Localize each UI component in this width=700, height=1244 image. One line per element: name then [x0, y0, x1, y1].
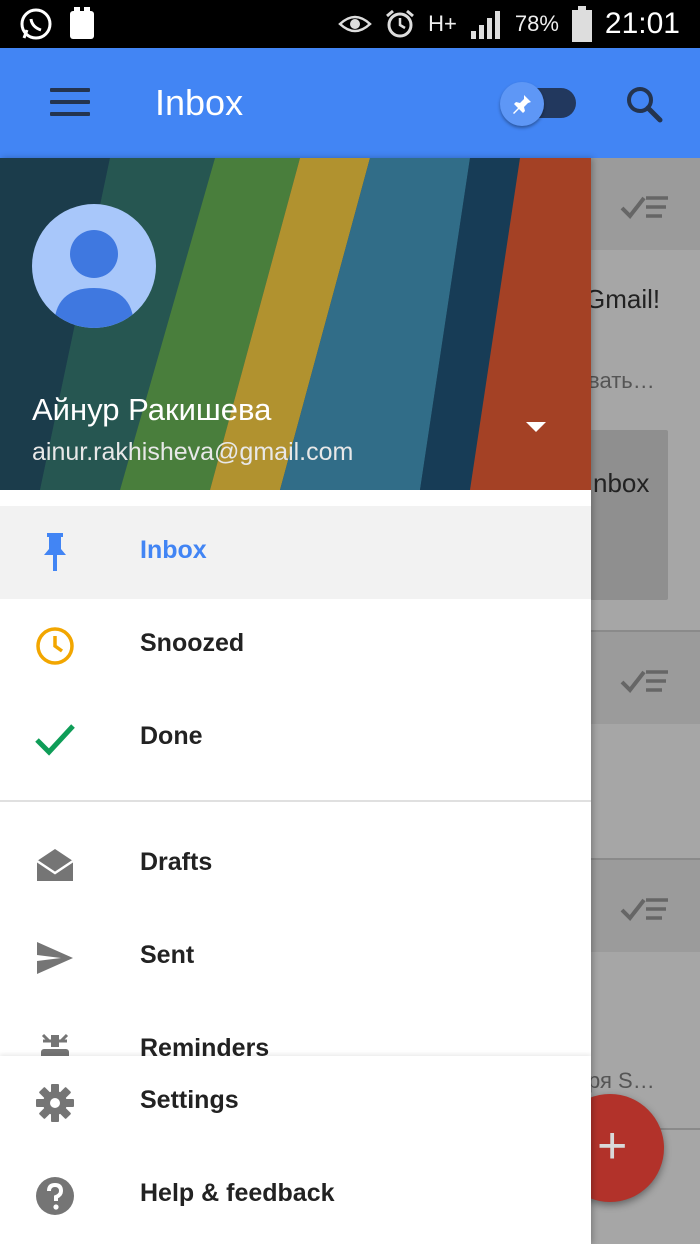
plus-icon: +	[597, 1117, 628, 1175]
help-icon	[34, 1175, 76, 1217]
drawer-item-help[interactable]: Help & feedback	[0, 1149, 591, 1242]
drawer-item-settings[interactable]: Settings	[0, 1056, 591, 1149]
network-type: H+	[428, 11, 457, 36]
navigation-drawer: Айнур Ракишева ainur.rakhisheva@gmail.co…	[0, 158, 591, 1244]
card-snippet: ря S…	[588, 1068, 655, 1093]
account-email: ainur.rakhisheva@gmail.com	[32, 438, 354, 466]
drawer-item-label: Drafts	[140, 848, 213, 876]
alarm-icon	[386, 9, 415, 38]
person-icon	[54, 230, 134, 328]
toggle-thumb	[500, 82, 544, 126]
menu-icon-bar	[50, 112, 90, 116]
status-bar: H+ 78% 21:01	[0, 0, 700, 48]
screen: H+ 78% 21:01 Inbox Gmail! вать… nbox ря …	[0, 0, 700, 1244]
drawer-item-label: Help & feedback	[140, 1179, 335, 1207]
drawer-item-label: Snoozed	[140, 629, 245, 657]
menu-icon	[50, 88, 90, 92]
pin-icon	[513, 95, 531, 114]
gear-icon	[34, 1082, 76, 1124]
battery-percent: 78%	[514, 11, 559, 36]
card-snippet: вать…	[588, 368, 655, 393]
clock-icon	[34, 625, 76, 667]
whatsapp-icon	[20, 8, 52, 40]
drawer-item-label: Settings	[140, 1086, 239, 1114]
send-icon	[34, 937, 76, 979]
drawer-item-done[interactable]: Done	[0, 692, 591, 785]
pinned-toggle[interactable]	[500, 82, 578, 126]
drawer-item-drafts[interactable]: Drafts	[0, 818, 591, 911]
card-title[interactable]: Gmail!	[585, 284, 660, 315]
sweep-done-icon[interactable]	[620, 192, 670, 222]
clock: 21:01	[604, 7, 680, 40]
eye-icon	[338, 15, 372, 33]
app-bar: Inbox	[0, 48, 700, 158]
drawer-divider	[0, 800, 591, 802]
menu-button[interactable]	[50, 88, 90, 118]
drawer-item-sent[interactable]: Sent	[0, 911, 591, 1004]
drawer-item-label: Done	[140, 722, 203, 750]
signal-icon	[470, 11, 500, 39]
embedded-card-text: nbox	[593, 468, 650, 498]
menu-icon-bar	[50, 100, 90, 104]
sweep-done-icon[interactable]	[620, 666, 670, 696]
drafts-icon	[34, 844, 76, 886]
drawer-item-inbox[interactable]: Inbox	[0, 506, 591, 599]
embedded-card[interactable]	[588, 430, 668, 600]
page-title: Inbox	[155, 82, 244, 123]
account-switcher-chevron-down-icon[interactable]	[526, 422, 546, 432]
drawer-footer: Settings Help & feedback	[0, 1056, 591, 1244]
pin-icon	[34, 532, 76, 574]
galaxy-app-icon	[70, 7, 94, 39]
sweep-done-icon[interactable]	[620, 894, 670, 924]
avatar[interactable]	[32, 204, 156, 328]
drawer-item-label: Sent	[140, 941, 195, 969]
battery-icon	[571, 6, 592, 42]
drawer-item-snoozed[interactable]: Snoozed	[0, 599, 591, 692]
account-name: Айнур Ракишева	[32, 392, 272, 427]
drawer-item-label: Inbox	[140, 536, 207, 564]
search-icon[interactable]	[624, 84, 664, 124]
check-icon	[34, 718, 76, 760]
account-header: Айнур Ракишева ainur.rakhisheva@gmail.co…	[0, 158, 591, 490]
